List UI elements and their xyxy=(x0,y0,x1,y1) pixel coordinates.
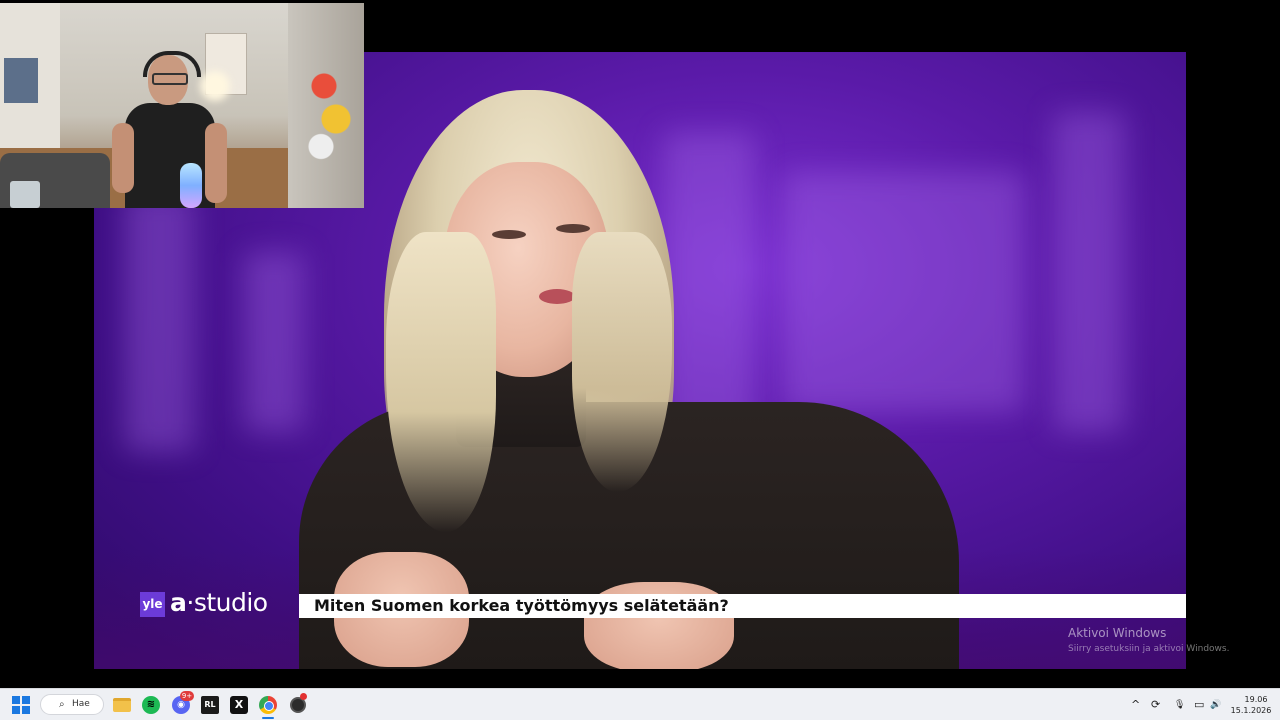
webcam-painting xyxy=(4,58,38,103)
headline-caption: Miten Suomen korkea työttömyys selätetää… xyxy=(299,594,1186,618)
x-app-button[interactable]: X xyxy=(229,695,249,715)
start-button[interactable] xyxy=(12,696,30,714)
presenter-eye xyxy=(556,224,590,233)
active-app-indicator xyxy=(262,717,274,719)
microphone-icon[interactable]: 🎙 xyxy=(1174,697,1185,713)
lower-third-banner: yle a·studio Miten Suomen korkea työttöm… xyxy=(140,588,1186,618)
windows-logo-icon xyxy=(12,696,20,704)
drinking-glass xyxy=(10,181,40,208)
activate-windows-title: Aktivoi Windows xyxy=(1068,626,1167,640)
background-letter-shape xyxy=(244,252,304,432)
x-app-icon: X xyxy=(230,696,248,714)
yle-logo: yle xyxy=(140,592,165,617)
streamer-arm xyxy=(112,123,134,193)
rl-app-icon: RL xyxy=(201,696,219,714)
a-studio-logo-a: a xyxy=(170,588,187,617)
clock-date[interactable]: 15.1.2026 xyxy=(1226,705,1276,716)
streamer-arm xyxy=(205,123,227,203)
webcam-lamp xyxy=(200,71,230,101)
windows-logo-pane xyxy=(22,706,30,714)
show-hidden-icons-chevron-icon[interactable]: ^ xyxy=(1131,697,1140,713)
clock-time[interactable]: 19.06 xyxy=(1236,694,1276,705)
search-icon: ⌕ xyxy=(59,699,65,710)
a-studio-logo: a·studio xyxy=(170,588,268,618)
presenter-mouth xyxy=(539,289,575,304)
recording-dot-icon xyxy=(300,693,307,700)
webcam-toys xyxy=(300,53,360,163)
taskbar-search[interactable]: ⌕ Hae xyxy=(40,694,104,715)
background-letter-shape xyxy=(664,132,754,432)
streamer-glasses xyxy=(152,73,188,85)
chrome-icon xyxy=(259,696,277,714)
chrome-button[interactable] xyxy=(258,695,278,715)
taskbar: ⌕ Hae ≋ ◉ 9+ RL X ^ ⟳ 🎙 ▭ 🔊 19.06 15.1.2… xyxy=(0,688,1280,720)
spotify-button[interactable]: ≋ xyxy=(141,695,161,715)
background-letter-shape xyxy=(1054,112,1124,432)
sync-icon[interactable]: ⟳ xyxy=(1151,697,1160,713)
volume-icon[interactable]: 🔊 xyxy=(1210,697,1221,713)
search-label: Hae xyxy=(72,699,90,709)
folder-icon xyxy=(113,698,131,712)
windows-logo-pane xyxy=(22,696,30,704)
presenter-eye xyxy=(492,230,526,239)
rl-app-button[interactable]: RL xyxy=(200,695,220,715)
desktop-screen: yle a·studio Miten Suomen korkea työttöm… xyxy=(0,0,1280,720)
activate-windows-subtitle: Siirry asetuksiin ja aktivoi Windows. xyxy=(1068,644,1230,654)
a-studio-logo-text: ·studio xyxy=(186,588,268,617)
file-explorer-button[interactable] xyxy=(112,695,132,715)
background-letter-shape xyxy=(124,192,194,452)
discord-notification-badge: 9+ xyxy=(180,691,194,701)
background-letter-shape xyxy=(784,172,1024,412)
speaker-lamp xyxy=(180,163,202,208)
network-icon[interactable]: ▭ xyxy=(1194,697,1204,713)
spotify-icon: ≋ xyxy=(142,696,160,714)
windows-logo-pane xyxy=(12,706,20,714)
webcam-overlay xyxy=(0,3,364,208)
